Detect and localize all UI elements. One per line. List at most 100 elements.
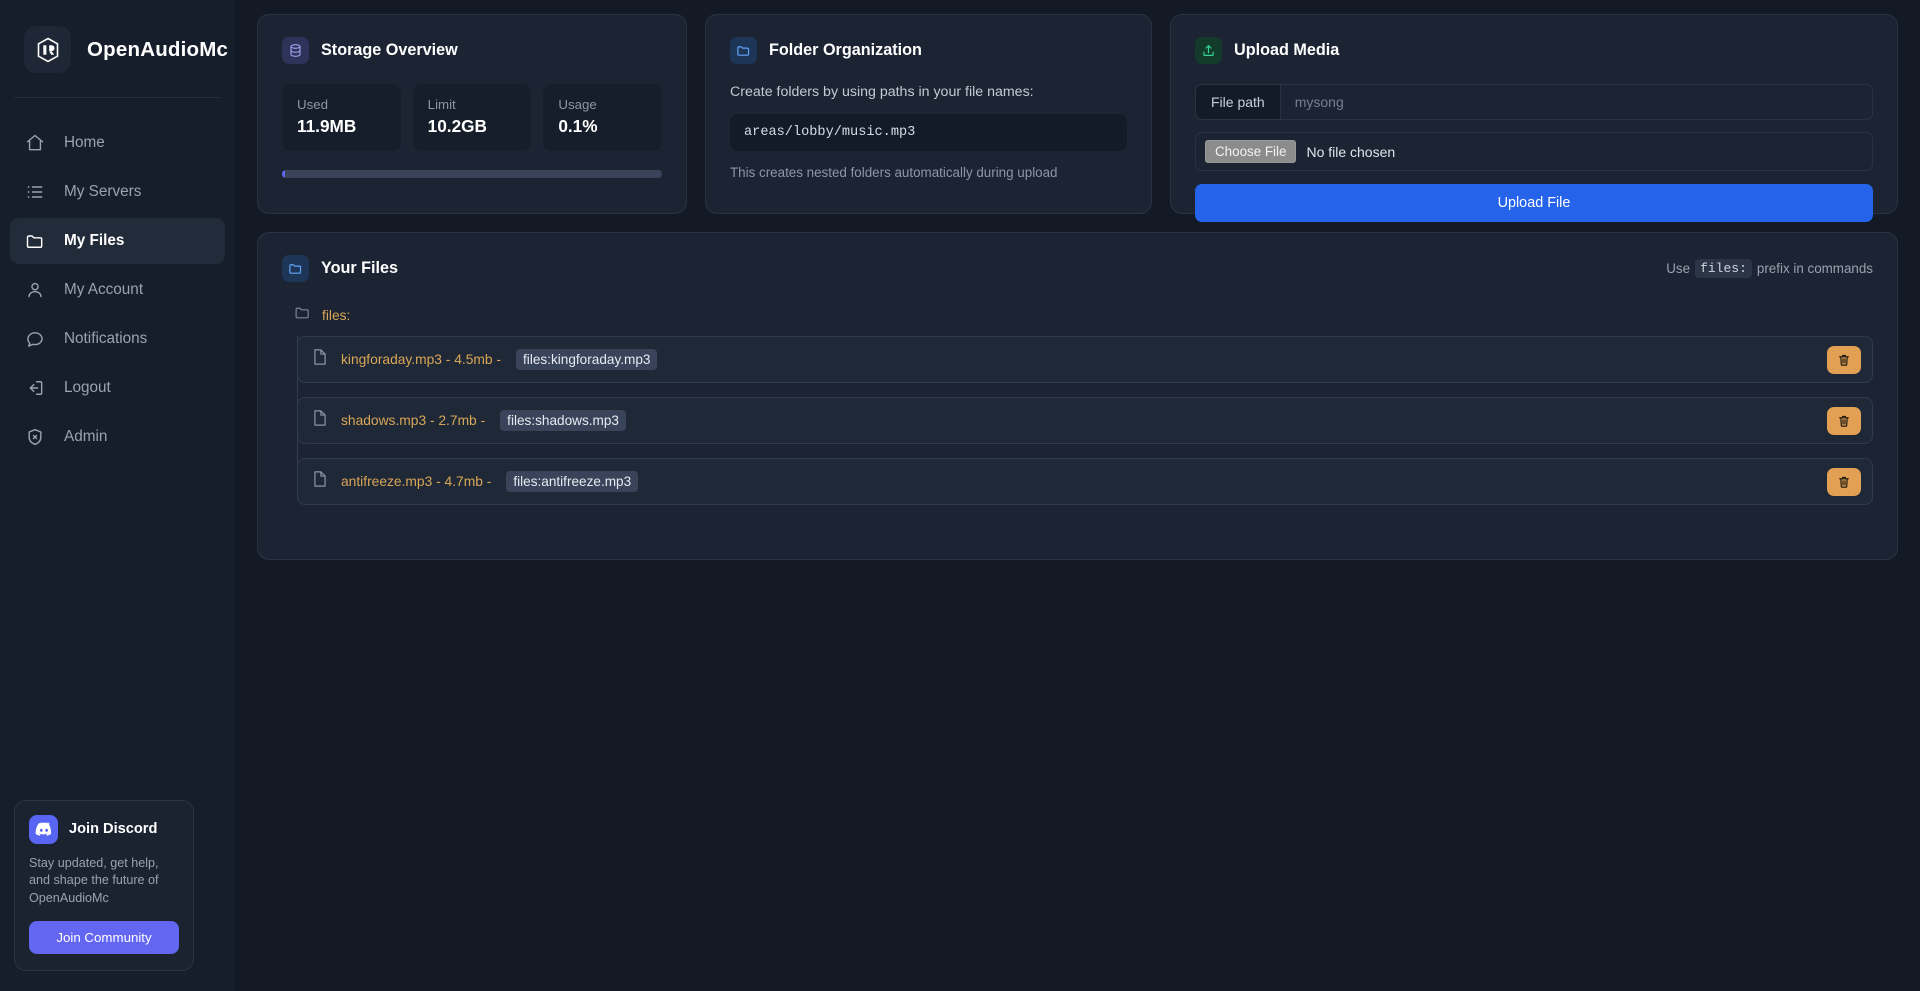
folder-organization-title: Folder Organization — [769, 41, 922, 59]
sidebar-item-home[interactable]: Home — [10, 120, 225, 166]
file-icon — [312, 348, 328, 371]
storage-progress-fill — [282, 170, 286, 178]
stat-label: Usage — [558, 97, 597, 112]
sidebar-nav: Home My Servers My Files My Account Noti… — [0, 120, 235, 460]
delete-file-button[interactable] — [1827, 345, 1861, 374]
sidebar-item-my-servers[interactable]: My Servers — [10, 169, 225, 215]
tree-folder-row[interactable]: files: — [282, 304, 1873, 326]
folder-icon — [24, 231, 45, 252]
your-files-title-group: Your Files — [282, 255, 398, 282]
discord-card: Join Discord Stay updated, get help, and… — [14, 799, 194, 971]
file-icon — [312, 409, 328, 432]
file-path-input[interactable] — [1279, 84, 1873, 120]
file-rows-container: kingforaday.mp3 - 4.5mb - files:kingfora… — [282, 336, 1873, 505]
file-reference-label: files:kingforaday.mp3 — [516, 349, 658, 370]
folder-icon — [730, 37, 757, 64]
main-content: Storage Overview Used 11.9MB Limit 10.2G… — [235, 0, 1920, 991]
folder-organization-note: This creates nested folders automaticall… — [730, 165, 1058, 180]
user-icon — [24, 280, 45, 301]
brand-name: OpenAudioMc — [87, 37, 229, 61]
sidebar-item-notifications[interactable]: Notifications — [10, 316, 225, 362]
list-icon — [24, 182, 45, 203]
upload-media-title: Upload Media — [1234, 41, 1340, 59]
folder-organization-lead: Create folders by using paths in your fi… — [730, 84, 1034, 100]
folder-path-example: areas/lobby/music.mp3 — [730, 114, 1127, 151]
file-name-label: antifreeze.mp3 - 4.7mb - — [341, 474, 492, 489]
files-prefix-hint: Use files: prefix in commands — [1666, 259, 1873, 278]
storage-stats: Used 11.9MB Limit 10.2GB Usage 0.1% — [282, 84, 663, 151]
your-files-title: Your Files — [321, 259, 399, 277]
discord-card-title: Join Discord — [69, 821, 158, 838]
upload-media-card: Upload Media File path Choose File No fi… — [1170, 14, 1898, 222]
file-name-label: shadows.mp3 - 2.7mb - — [341, 413, 486, 428]
folder-organization-card: Folder Organization Create folders by us… — [705, 14, 1152, 214]
home-icon — [24, 133, 45, 154]
sidebar: OpenAudioMc Home My Servers My Files My … — [0, 0, 235, 991]
stat-used: Used 11.9MB — [282, 84, 401, 151]
file-chooser-field[interactable]: Choose File No file chosen — [1195, 132, 1873, 171]
stat-value: 10.2GB — [427, 116, 487, 136]
sidebar-item-logout[interactable]: Logout — [10, 365, 225, 411]
sidebar-item-label: Notifications — [64, 330, 148, 347]
sidebar-item-admin[interactable]: Admin — [10, 414, 225, 460]
brand[interactable]: OpenAudioMc — [0, 0, 235, 97]
delete-file-button[interactable] — [1827, 467, 1861, 496]
sidebar-item-label: Admin — [64, 428, 108, 445]
openaudiomc-logo-icon — [24, 26, 71, 73]
delete-file-button[interactable] — [1827, 406, 1861, 435]
file-path-label: File path — [1195, 84, 1280, 120]
storage-overview-title: Storage Overview — [321, 41, 458, 59]
upload-media-header: Upload Media — [1195, 37, 1873, 64]
stat-label: Used — [297, 97, 329, 112]
shield-icon — [24, 427, 45, 448]
files-hint-prefix: Use — [1666, 261, 1691, 276]
sidebar-item-label: My Account — [64, 281, 144, 298]
chat-bubble-icon — [24, 329, 45, 350]
discord-card-header: Join Discord — [29, 814, 179, 844]
stat-limit: Limit 10.2GB — [412, 84, 532, 151]
discord-icon — [29, 814, 58, 844]
sidebar-item-my-files[interactable]: My Files — [10, 218, 225, 264]
file-row[interactable]: kingforaday.mp3 - 4.5mb - files:kingfora… — [297, 336, 1873, 383]
file-row[interactable]: shadows.mp3 - 2.7mb - files:shadows.mp3 — [297, 397, 1873, 444]
discord-card-description: Stay updated, get help, and shape the fu… — [29, 855, 159, 905]
stat-value: 11.9MB — [297, 116, 357, 136]
file-name-label: kingforaday.mp3 - 4.5mb - — [341, 352, 502, 367]
your-files-header: Your Files Use files: prefix in commands — [282, 255, 1873, 282]
file-row[interactable]: antifreeze.mp3 - 4.7mb - files:antifreez… — [297, 458, 1873, 505]
folder-icon — [282, 255, 309, 282]
file-tree: files: kingforaday.mp3 - 4.5mb - files:k… — [282, 304, 1873, 505]
file-row-info: kingforaday.mp3 - 4.5mb - files:kingfora… — [312, 348, 658, 371]
app-root: OpenAudioMc Home My Servers My Files My … — [0, 0, 1920, 991]
file-icon — [312, 470, 328, 493]
no-file-chosen-label: No file chosen — [1306, 143, 1396, 160]
file-row-info: shadows.mp3 - 2.7mb - files:shadows.mp3 — [312, 409, 626, 432]
join-community-button[interactable]: Join Community — [29, 921, 179, 954]
files-hint-code: files: — [1695, 259, 1752, 278]
choose-file-button[interactable]: Choose File — [1205, 140, 1297, 163]
sidebar-item-label: My Servers — [64, 183, 142, 200]
file-row-info: antifreeze.mp3 - 4.7mb - files:antifreez… — [312, 470, 639, 493]
sidebar-item-label: Home — [64, 134, 105, 151]
upload-file-button[interactable]: Upload File — [1195, 184, 1873, 222]
sidebar-divider — [14, 97, 221, 98]
stat-usage: Usage 0.1% — [543, 84, 663, 151]
stat-value: 0.1% — [558, 116, 598, 136]
sidebar-item-my-account[interactable]: My Account — [10, 267, 225, 313]
file-path-row: File path — [1195, 84, 1873, 120]
file-reference-label: files:shadows.mp3 — [500, 410, 626, 431]
sidebar-item-label: Logout — [64, 379, 111, 396]
storage-progress-bar — [282, 170, 662, 178]
storage-overview-card: Storage Overview Used 11.9MB Limit 10.2G… — [257, 14, 687, 214]
sidebar-item-label: My Files — [64, 232, 125, 249]
storage-overview-header: Storage Overview — [282, 37, 662, 64]
files-hint-suffix: prefix in commands — [1756, 261, 1873, 276]
file-reference-label: files:antifreeze.mp3 — [506, 471, 639, 492]
folder-organization-header: Folder Organization — [730, 37, 1127, 64]
top-cards-row: Storage Overview Used 11.9MB Limit 10.2G… — [257, 14, 1898, 222]
stat-label: Limit — [427, 97, 456, 112]
upload-icon — [1195, 37, 1222, 64]
database-icon — [282, 37, 309, 64]
folder-open-icon — [294, 304, 311, 326]
tree-folder-label: files: — [322, 307, 351, 323]
